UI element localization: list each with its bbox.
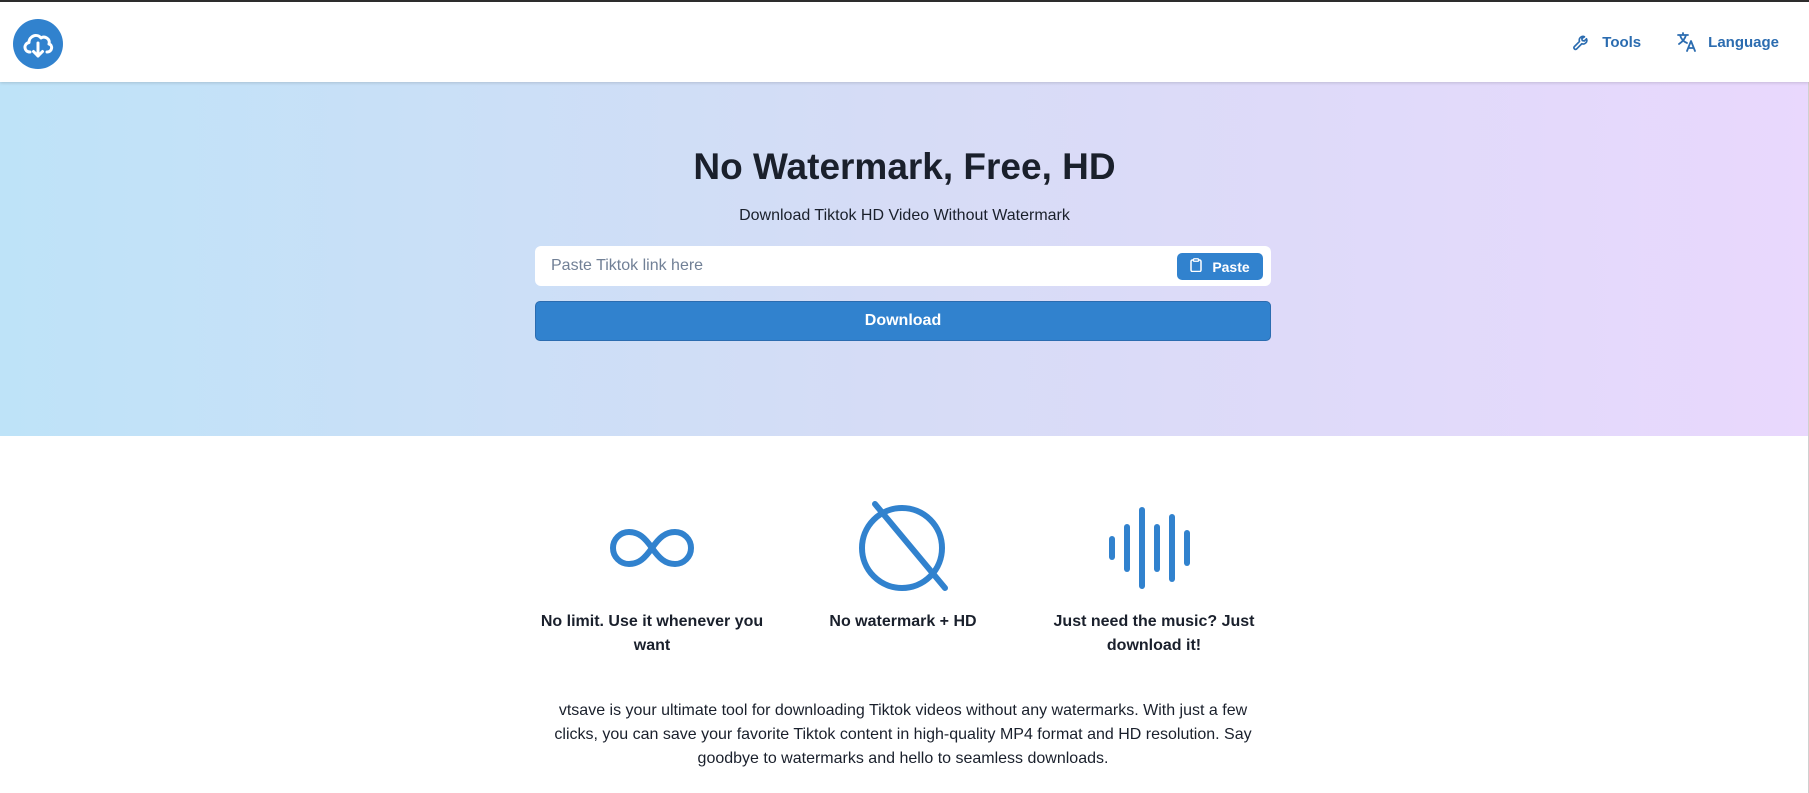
page: Tools Language No Watermark, Free, HD Do…	[0, 0, 1809, 793]
feature-label: Just need the music? Just download it!	[1053, 613, 1255, 654]
tiktok-link-input[interactable]	[535, 246, 1155, 286]
translate-icon	[1675, 30, 1699, 54]
feature-label: No watermark + HD	[829, 613, 977, 630]
feature-no-limit: No limit. Use it whenever you want	[527, 500, 777, 658]
feature-no-watermark: No watermark + HD	[778, 500, 1028, 634]
feature-label: No limit. Use it whenever you want	[540, 613, 764, 654]
page-title: No Watermark, Free, HD	[693, 146, 1116, 187]
sound-wave-icon	[1104, 500, 1204, 596]
wrench-icon	[1571, 31, 1593, 53]
infinity-icon	[602, 500, 702, 596]
clipboard-icon	[1190, 258, 1203, 275]
link-input-group: Paste	[535, 246, 1271, 286]
paste-button[interactable]: Paste	[1177, 253, 1263, 280]
no-symbol-icon	[853, 500, 953, 596]
top-navbar: Tools Language	[0, 0, 1809, 82]
nav-tools-label: Tools	[1602, 33, 1642, 51]
hero-section: No Watermark, Free, HD Download Tiktok H…	[0, 82, 1809, 436]
hero-subtitle: Download Tiktok HD Video Without Waterma…	[739, 207, 1070, 224]
main-column: Tools Language No Watermark, Free, HD Do…	[0, 0, 1809, 793]
nav-language[interactable]: Language	[1675, 30, 1779, 54]
nav-tools[interactable]: Tools	[1571, 31, 1641, 53]
cloud-download-icon[interactable]	[13, 19, 63, 69]
download-button[interactable]: Download	[535, 301, 1271, 341]
paste-button-label: Paste	[1212, 258, 1250, 275]
description-text: vtsave is your ultimate tool for downloa…	[554, 702, 1252, 767]
top-nav: Tools Language	[1571, 30, 1779, 54]
nav-language-label: Language	[1708, 33, 1779, 51]
feature-music: Just need the music? Just download it!	[1029, 500, 1279, 658]
